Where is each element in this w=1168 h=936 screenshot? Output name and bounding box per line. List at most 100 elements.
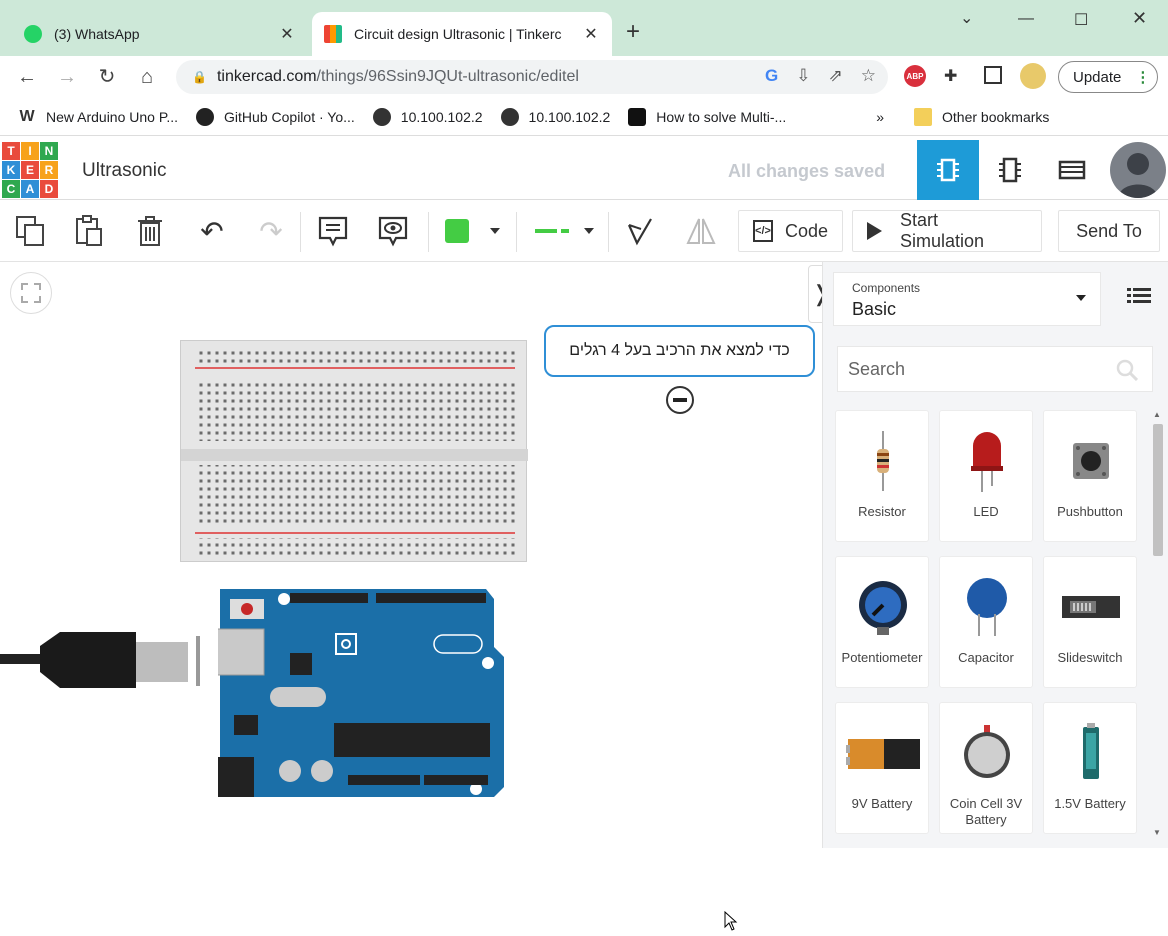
component-coin-cell-battery[interactable]: Coin Cell 3V Battery (939, 702, 1033, 834)
browser-tabstrip: (3) WhatsApp ✕ Circuit design Ultrasonic… (0, 0, 1168, 56)
component-capacitor[interactable]: Capacitor (939, 556, 1033, 688)
wire-color-swatch[interactable] (440, 214, 474, 248)
scroll-up-icon[interactable]: ▲ (1153, 410, 1161, 419)
bom-view-button[interactable] (1041, 140, 1103, 200)
tinkercad-logo[interactable]: TIN KER CAD (2, 142, 58, 198)
component-name: Resistor (858, 504, 906, 519)
resistor-icon (846, 425, 920, 497)
components-dropdown[interactable]: Components Basic (833, 272, 1101, 326)
reload-icon[interactable]: ↻ (94, 64, 120, 90)
minimize-icon[interactable]: — (1018, 10, 1034, 28)
code-icon: </> (753, 220, 773, 242)
capacitor-icon (950, 571, 1024, 643)
save-status: All changes saved (728, 161, 886, 181)
list-view-icon[interactable] (1127, 286, 1151, 306)
profile-icon[interactable] (1020, 63, 1046, 89)
extensions-icon[interactable]: ✚ (944, 66, 957, 86)
tab-search-icon[interactable]: ⌄ (960, 8, 973, 28)
scrollbar-thumb[interactable] (1153, 424, 1163, 556)
folder-icon (914, 107, 933, 126)
w-icon: W (19, 107, 35, 125)
more-bookmarks-button[interactable]: » (876, 109, 884, 125)
install-icon[interactable]: ⇩ (796, 66, 810, 86)
new-tab-button[interactable]: + (626, 20, 640, 44)
tab-whatsapp[interactable]: (3) WhatsApp ✕ (12, 12, 308, 56)
chevron-down-icon[interactable] (480, 214, 510, 248)
redo-icon[interactable]: ↷ (254, 214, 288, 248)
component-9v-battery[interactable]: 9V Battery (835, 702, 929, 834)
arduino-uno-board[interactable] (193, 587, 504, 805)
adblock-icon[interactable]: ABP (904, 65, 926, 87)
bookmark-item[interactable]: W New Arduino Uno P... (18, 108, 178, 126)
panel-scrollbar[interactable]: ▲ ▼ (1150, 410, 1164, 844)
chevron-down-icon[interactable] (574, 214, 604, 248)
sidepanel-icon[interactable] (984, 66, 1002, 84)
circuit-canvas[interactable]: כדי למצא את הרכיב בעל 4 רגלים (0, 262, 822, 931)
zoom-to-fit-button[interactable] (10, 272, 52, 314)
other-bookmarks[interactable]: Other bookmarks (914, 107, 1050, 126)
copy-icon[interactable] (14, 214, 48, 248)
component-led[interactable]: LED (939, 410, 1033, 542)
maximize-icon[interactable]: ☐ (1074, 10, 1088, 30)
component-resistor[interactable]: Resistor (835, 410, 929, 542)
note-collapse-icon[interactable] (666, 386, 694, 414)
search-icon (1116, 359, 1138, 381)
send-to-button[interactable]: Send To (1058, 210, 1160, 252)
flip-icon[interactable] (684, 214, 718, 248)
bookmark-item[interactable]: How to solve Multi-... (628, 107, 787, 126)
chip-icon (937, 158, 959, 182)
bookmark-label: How to solve Multi-... (656, 108, 787, 125)
avatar[interactable] (1110, 142, 1166, 198)
canvas-note[interactable]: כדי למצא את הרכיב בעל 4 רגלים (544, 325, 815, 377)
url-bar[interactable]: 🔒 tinkercad.com/things/96Ssin9JQUt-ultra… (176, 60, 888, 94)
component-slideswitch[interactable]: Slideswitch (1043, 556, 1137, 688)
delete-icon[interactable] (133, 214, 167, 248)
rotate-icon[interactable] (622, 214, 656, 248)
bookmark-item[interactable]: 10.100.102.2 (372, 107, 483, 126)
paste-icon[interactable] (72, 214, 106, 248)
undo-icon[interactable]: ↶ (195, 214, 229, 248)
start-simulation-label: Start Simulation (900, 210, 985, 251)
more-bookmarks-label: » (876, 108, 885, 125)
play-icon (867, 222, 882, 240)
schematic-icon (999, 157, 1021, 183)
bookmark-star-icon[interactable]: ☆ (861, 66, 876, 86)
component-name: Coin Cell 3V Battery (949, 796, 1023, 827)
usb-cable (0, 626, 200, 696)
wire-type-icon[interactable] (526, 214, 580, 248)
forward-icon[interactable]: → (54, 64, 80, 90)
schematic-view-button[interactable] (979, 140, 1041, 200)
component-pushbutton[interactable]: Pushbutton (1043, 410, 1137, 542)
share-icon[interactable]: ⇗ (829, 66, 843, 86)
close-icon[interactable]: ✕ (278, 24, 296, 44)
bookmark-label: New Arduino Uno P... (46, 108, 179, 125)
scroll-down-icon[interactable]: ▼ (1153, 828, 1161, 837)
component-potentiometer[interactable]: Potentiometer (835, 556, 929, 688)
search-input[interactable]: Search (837, 346, 1153, 392)
circuit-view-button[interactable] (917, 140, 979, 200)
home-icon[interactable]: ⌂ (134, 64, 160, 90)
component-name: Pushbutton (1057, 504, 1123, 519)
other-bookmarks-label: Other bookmarks (942, 108, 1050, 125)
start-simulation-button[interactable]: Start Simulation (852, 210, 1042, 252)
code-button[interactable]: </> Code (738, 210, 843, 252)
components-value: Basic (852, 299, 897, 319)
close-icon[interactable]: ✕ (582, 24, 600, 44)
component-1-5v-battery[interactable]: 1.5V Battery (1043, 702, 1137, 834)
update-button[interactable]: Update ⋮ (1058, 61, 1158, 93)
tab-tinkercad[interactable]: Circuit design Ultrasonic | Tinkerc ✕ (312, 12, 612, 56)
project-title[interactable]: Ultrasonic (82, 160, 166, 182)
notes-icon[interactable] (316, 214, 350, 248)
pushbutton-icon (1054, 425, 1128, 497)
google-icon[interactable]: G (765, 66, 778, 86)
url-path: /things/96Ssin9JQUt-ultrasonic/editel (316, 68, 579, 85)
notes-visibility-icon[interactable] (376, 214, 410, 248)
breadboard[interactable] (180, 340, 528, 562)
table-icon (1058, 160, 1086, 180)
window-close-icon[interactable]: ✕ (1132, 8, 1147, 29)
back-icon[interactable]: ← (14, 64, 40, 90)
tab-title: Circuit design Ultrasonic | Tinkerc (354, 26, 562, 42)
bookmark-item[interactable]: GitHub Copilot · Yo... (196, 107, 355, 126)
bookmark-item[interactable]: 10.100.102.2 (500, 107, 610, 126)
toolbar-divider (300, 212, 301, 252)
